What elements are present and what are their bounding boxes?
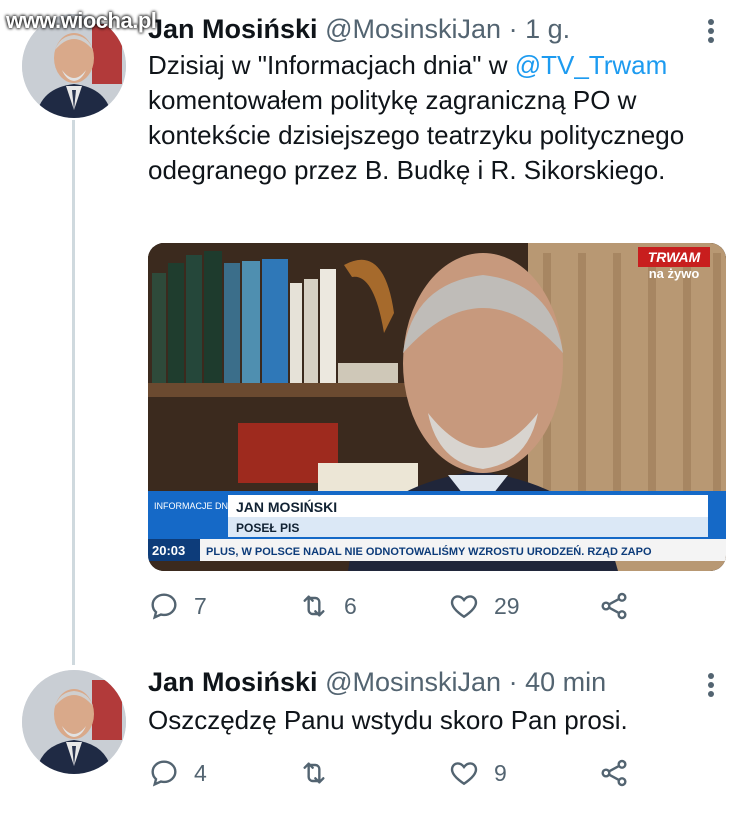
share-icon	[601, 592, 627, 620]
thread-line	[72, 120, 75, 665]
watermark: www.wiocha.pl	[6, 8, 157, 33]
like-icon	[450, 595, 478, 619]
like-count: 29	[494, 592, 520, 619]
more-icon[interactable]	[708, 16, 716, 46]
separator: ·	[508, 667, 518, 697]
like-button[interactable]: 9	[448, 757, 507, 789]
share-icon	[601, 759, 627, 787]
reply-count: 7	[194, 592, 207, 619]
tweet-header: Jan Mosiński @MosinskiJan · 40 min	[148, 667, 606, 698]
tweet-actions: 7 6 29	[148, 590, 648, 630]
tweet-media-video[interactable]: TRWAM na żywo INFORMACJE DNIA JAN MOSIŃS…	[148, 243, 726, 571]
retweet-button[interactable]	[298, 757, 344, 789]
retweet-icon	[303, 595, 325, 617]
share-button[interactable]	[598, 757, 644, 789]
tweet-text-after: komentowałem politykę zagraniczną PO w k…	[148, 85, 685, 185]
reply-button[interactable]: 7	[148, 590, 207, 622]
author-name[interactable]: Jan Mosiński	[148, 14, 318, 44]
channel-logo: TRWAM	[648, 249, 701, 265]
more-icon[interactable]	[708, 670, 716, 700]
caption-role: POSEŁ PIS	[236, 521, 299, 535]
tweet-actions: 4 9	[148, 757, 648, 797]
reply-icon	[151, 760, 177, 787]
like-button[interactable]: 29	[448, 590, 520, 622]
tweet-text: Oszczędzę Panu wstydu skoro Pan prosi.	[148, 705, 628, 735]
like-count: 9	[494, 759, 507, 786]
separator: ·	[508, 14, 518, 44]
retweet-icon	[303, 762, 325, 784]
reply-icon	[151, 593, 177, 620]
tweet-text: Dzisiaj w "Informacjach dnia" w @TV_Trwa…	[148, 48, 718, 188]
reply-button[interactable]: 4	[148, 757, 207, 789]
mention-link[interactable]: @TV_Trwam	[515, 50, 668, 80]
retweet-button[interactable]: 6	[298, 590, 357, 622]
live-label: na żywo	[649, 266, 700, 281]
share-button[interactable]	[598, 590, 644, 622]
avatar[interactable]	[22, 670, 126, 774]
caption-name: JAN MOSIŃSKI	[236, 499, 337, 515]
tweet-header: Jan Mosiński @MosinskiJan · 1 g.	[148, 14, 570, 45]
ticker-clock: 20:03	[152, 543, 185, 558]
author-handle[interactable]: @MosinskiJan	[325, 667, 501, 697]
reply-count: 4	[194, 759, 207, 786]
program-logo: INFORMACJE DNIA	[154, 501, 237, 511]
tweet-time[interactable]: 40 min	[525, 667, 606, 697]
author-name[interactable]: Jan Mosiński	[148, 667, 318, 697]
like-icon	[450, 762, 478, 786]
author-handle[interactable]: @MosinskiJan	[325, 14, 501, 44]
tweet-text-before: Dzisiaj w "Informacjach dnia" w	[148, 50, 515, 80]
retweet-count: 6	[344, 592, 357, 619]
news-ticker: PLUS, W POLSCE NADAL NIE ODNOTOWALIŚMY W…	[206, 545, 652, 558]
tweet-time[interactable]: 1 g.	[525, 14, 570, 44]
